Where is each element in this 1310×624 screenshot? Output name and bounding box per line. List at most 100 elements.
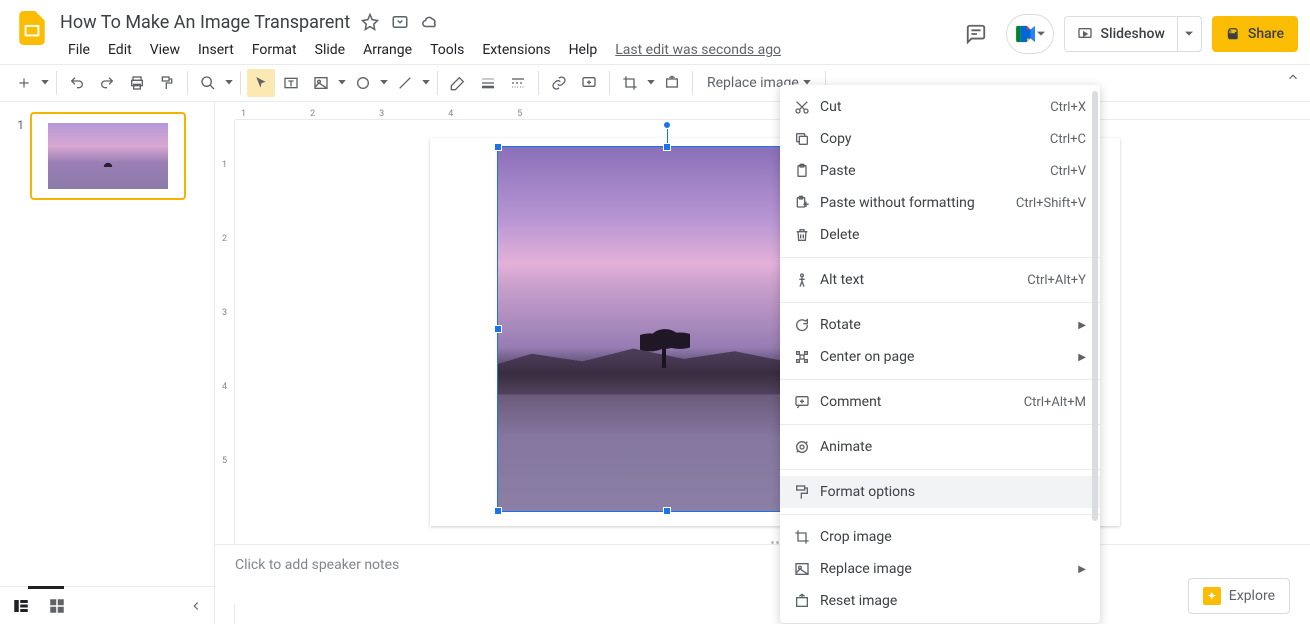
speaker-notes[interactable]: Click to add speaker notes	[215, 544, 1310, 604]
reset-image-button[interactable]	[658, 69, 686, 97]
slideshow-dropdown[interactable]	[1178, 16, 1202, 52]
context-menu-separator	[780, 302, 1100, 303]
context-menu-shortcut: Ctrl+X	[1050, 100, 1086, 115]
image-dropdown[interactable]	[337, 80, 347, 86]
context-menu-scrollbar[interactable]	[1092, 91, 1098, 617]
menu-file[interactable]: File	[60, 38, 98, 62]
grid-view-icon[interactable]	[48, 597, 66, 615]
menu-insert[interactable]: Insert	[190, 38, 242, 62]
context-menu-item-animate[interactable]: Animate	[780, 431, 1100, 463]
context-menu-item-rotate[interactable]: Rotate▶	[780, 309, 1100, 341]
toolbar-sep	[240, 71, 241, 95]
shape-tool[interactable]	[349, 69, 377, 97]
menu-edit[interactable]: Edit	[100, 38, 140, 62]
center-icon	[794, 349, 820, 365]
share-button[interactable]: Share	[1212, 16, 1298, 52]
line-tool[interactable]	[391, 69, 419, 97]
context-menu-label: Replace image	[820, 561, 1078, 577]
insert-link-button[interactable]	[545, 69, 573, 97]
replace-img-icon	[794, 561, 820, 577]
explore-button[interactable]: ✦ Explore	[1188, 578, 1290, 614]
rotate-handle[interactable]	[663, 121, 671, 129]
context-menu-separator	[780, 469, 1100, 470]
resize-handle[interactable]	[494, 325, 502, 333]
resize-handle[interactable]	[494, 143, 502, 151]
context-menu-separator	[780, 379, 1100, 380]
collapse-toolbar-button[interactable]	[1286, 70, 1300, 84]
crop-icon	[794, 529, 820, 545]
comments-history-icon[interactable]	[956, 14, 996, 54]
image-tool[interactable]	[307, 69, 335, 97]
slide-number: 1	[10, 112, 30, 200]
context-menu-item-paste-plain[interactable]: Paste without formattingCtrl+Shift+V	[780, 187, 1100, 219]
context-menu-item-alt-text[interactable]: Alt textCtrl+Alt+Y	[780, 264, 1100, 296]
zoom-dropdown[interactable]	[224, 80, 234, 86]
slide-thumb-1[interactable]: 1	[0, 110, 214, 202]
context-menu-item-reset-img[interactable]: Reset image	[780, 585, 1100, 617]
explore-icon: ✦	[1203, 587, 1221, 605]
context-menu-item-paste[interactable]: PasteCtrl+V	[780, 155, 1100, 187]
slideshow-button[interactable]: Slideshow	[1064, 16, 1178, 52]
context-menu-item-format-options[interactable]: Format options	[780, 476, 1100, 508]
context-menu-shortcut: Ctrl+Shift+V	[1016, 196, 1086, 211]
context-menu-label: Comment	[820, 394, 1024, 410]
menu-arrange[interactable]: Arrange	[355, 38, 420, 62]
collapse-filmstrip-icon[interactable]	[189, 599, 203, 613]
cloud-status-icon[interactable]	[420, 12, 440, 32]
slides-logo[interactable]	[12, 8, 52, 48]
print-button[interactable]	[123, 69, 151, 97]
last-edit-link[interactable]: Last edit was seconds ago	[615, 42, 781, 58]
filmstrip-view-icon[interactable]	[12, 597, 30, 615]
context-menu-item-center[interactable]: Center on page▶	[780, 341, 1100, 373]
context-menu-item-replace-img[interactable]: Replace image▶	[780, 553, 1100, 585]
shape-dropdown[interactable]	[379, 80, 389, 86]
star-icon[interactable]	[360, 12, 380, 32]
undo-button[interactable]	[63, 69, 91, 97]
border-color-button[interactable]	[444, 69, 472, 97]
select-tool[interactable]	[247, 69, 275, 97]
border-dash-button[interactable]	[504, 69, 532, 97]
move-icon[interactable]	[390, 12, 410, 32]
context-menu-shortcut: Ctrl+Alt+Y	[1027, 273, 1086, 288]
submenu-arrow-icon: ▶	[1078, 352, 1086, 363]
menu-tools[interactable]: Tools	[422, 38, 472, 62]
format-options-icon	[794, 484, 820, 500]
toolbar-sep	[538, 71, 539, 95]
doc-title[interactable]: How To Make An Image Transparent	[60, 12, 350, 33]
context-menu-label: Paste	[820, 163, 1050, 179]
context-menu-item-comment[interactable]: CommentCtrl+Alt+M	[780, 386, 1100, 418]
insert-comment-button[interactable]	[575, 69, 603, 97]
menu-view[interactable]: View	[142, 38, 188, 62]
crop-dropdown[interactable]	[646, 80, 656, 86]
paste-icon	[794, 163, 820, 179]
resize-handle[interactable]	[494, 507, 502, 515]
paint-format-button[interactable]	[153, 69, 181, 97]
new-slide-dropdown[interactable]	[40, 80, 50, 86]
crop-button[interactable]	[616, 69, 644, 97]
context-menu-separator	[780, 424, 1100, 425]
context-menu-item-cut[interactable]: CutCtrl+X	[780, 91, 1100, 123]
filmstrip-bottom-bar	[0, 586, 215, 624]
zoom-button[interactable]	[194, 69, 222, 97]
paste-plain-icon	[794, 195, 820, 211]
comment-icon	[794, 394, 820, 410]
menu-slide[interactable]: Slide	[307, 38, 353, 62]
context-menu-item-copy[interactable]: CopyCtrl+C	[780, 123, 1100, 155]
menu-help[interactable]: Help	[561, 38, 606, 62]
border-weight-button[interactable]	[474, 69, 502, 97]
redo-button[interactable]	[93, 69, 121, 97]
meet-button[interactable]	[1006, 14, 1054, 54]
menu-format[interactable]: Format	[244, 38, 305, 62]
slideshow-label: Slideshow	[1101, 26, 1165, 42]
menu-extensions[interactable]: Extensions	[474, 38, 558, 62]
resize-handle[interactable]	[663, 143, 671, 151]
resize-handle[interactable]	[663, 507, 671, 515]
context-menu-item-delete[interactable]: Delete	[780, 219, 1100, 251]
context-menu: CutCtrl+XCopyCtrl+CPasteCtrl+VPaste with…	[780, 85, 1100, 623]
toolbar-sep	[692, 71, 693, 95]
context-menu-item-crop[interactable]: Crop image	[780, 521, 1100, 553]
line-dropdown[interactable]	[421, 80, 431, 86]
textbox-tool[interactable]	[277, 69, 305, 97]
slide-thumbnail[interactable]	[30, 112, 186, 200]
new-slide-button[interactable]	[10, 69, 38, 97]
